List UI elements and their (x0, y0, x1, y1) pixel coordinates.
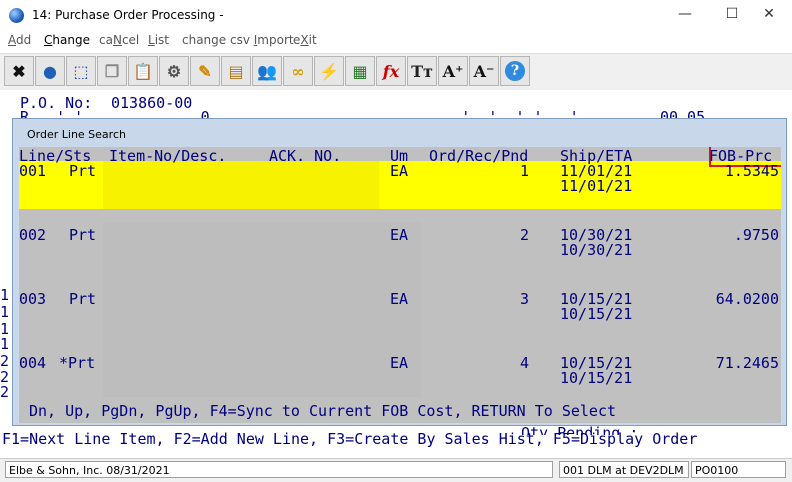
select-region-button[interactable]: ⬚ (66, 56, 96, 86)
status-bar: Elbe & Sohn, Inc. 08/31/2021 001 DLM at … (0, 458, 792, 482)
col-header-ord-rec-pnd: Ord/Rec/Pnd (429, 147, 529, 165)
app-globe-icon (9, 8, 24, 23)
left-edge-digit: 2 (0, 383, 10, 401)
row-um: EA (390, 226, 409, 244)
toolbar: ✖ ● ⬚ ❐ 📋 ⚙ ✎ ▤ 👥 ∞ ⚡ ▦ fx Tт A⁺ A⁻? (0, 53, 792, 91)
font-decrease-button[interactable]: A⁻ (469, 56, 499, 86)
row-qty: 3 (520, 290, 530, 308)
row-qty: 2 (520, 226, 530, 244)
globe-button[interactable]: ● (35, 56, 65, 86)
dialog-title: Order Line Search (27, 128, 126, 141)
row-eta-date: 10/15/21 (560, 369, 633, 387)
copy-icon: ❐ (104, 61, 120, 81)
lightning-icon: ⚡ (319, 61, 339, 81)
left-edge-digit: 1 (0, 335, 10, 353)
title-bar: 14: Purchase Order Processing - — ☐ ✕ (0, 0, 792, 31)
menu-bar: Add Change caNcel List change csv Import… (0, 31, 792, 51)
window-title: 14: Purchase Order Processing - (32, 8, 224, 22)
col-header-ack-no: ACK. NO. (269, 147, 342, 165)
maximize-button[interactable]: ☐ (717, 6, 747, 22)
row-eta-date: 11/01/21 (560, 177, 633, 195)
menu-list[interactable]: List (148, 33, 169, 47)
font-increase-icon: A⁺ (442, 61, 464, 81)
function-fx-icon: fx (382, 61, 400, 81)
left-edge-digit: 1 (0, 303, 10, 321)
order-line-list: Line/Sts Item-No/Desc. ACK. NO. Um Ord/R… (19, 147, 781, 423)
row-qty: 4 (520, 354, 530, 372)
row-fob-price: .9750 (733, 226, 779, 244)
status-program: PO0100 (691, 461, 786, 478)
partial-terminal-text-right: ' ' ' ' ' 00 05 (380, 108, 706, 118)
partial-terminal-text-left: R ' ' 0 (20, 108, 210, 118)
row-status: *Prt (59, 354, 96, 372)
menu-add[interactable]: Add (8, 33, 31, 47)
row-fob-price: 71.2465 (715, 354, 779, 372)
font-size-icon: Tт (411, 61, 433, 81)
status-session: 001 DLM at DEV2DLM (559, 461, 689, 478)
pencil-icon: ✎ (198, 61, 212, 81)
row-line-no: 004 (19, 354, 47, 372)
gear-icon: ⚙ (166, 61, 182, 81)
menu-exit[interactable]: eXit (293, 33, 317, 47)
row-status: Prt (69, 290, 97, 308)
chain-link-button[interactable]: ∞ (283, 56, 313, 86)
minimize-button[interactable]: — (670, 6, 700, 22)
globe-icon: ● (43, 61, 57, 81)
copy-button[interactable]: ❐ (97, 56, 127, 86)
chain-link-icon: ∞ (291, 61, 305, 81)
menu-cancel[interactable]: caNcel (99, 33, 139, 47)
row-fob-price: 64.0200 (715, 290, 779, 308)
font-size-button[interactable]: Tт (407, 56, 437, 86)
paste-icon: 📋 (133, 61, 153, 81)
redacted-item-block (103, 161, 379, 209)
function-fx-button[interactable]: fx (376, 56, 406, 86)
font-decrease-icon: A⁻ (473, 61, 495, 81)
paste-button[interactable]: 📋 (128, 56, 158, 86)
row-eta-date: 10/30/21 (560, 241, 633, 259)
row-eta-date: 10/15/21 (560, 305, 633, 323)
col-header-item-desc: Item-No/Desc. (109, 147, 227, 165)
row-line-no: 003 (19, 290, 47, 308)
close-x-button[interactable]: ✖ (4, 56, 34, 86)
select-region-icon: ⬚ (73, 61, 89, 81)
menu-change-csv-import[interactable]: change csv Import (182, 33, 294, 47)
lightning-button[interactable]: ⚡ (314, 56, 344, 86)
users-button[interactable]: 👥 (252, 56, 282, 86)
users-icon: 👥 (257, 61, 277, 81)
status-company-date: Elbe & Sohn, Inc. 08/31/2021 (5, 461, 553, 478)
help-icon: ? (505, 61, 525, 81)
notepad-button[interactable]: ▤ (221, 56, 251, 86)
order-line-search-dialog: Order Line Search Line/Sts Item-No/Desc.… (12, 118, 787, 426)
row-status: Prt (69, 226, 97, 244)
left-edge-digit: 1 (0, 286, 10, 304)
row-line-no: 002 (19, 226, 47, 244)
spreadsheet-button[interactable]: ▦ (345, 56, 375, 86)
font-increase-button[interactable]: A⁺ (438, 56, 468, 86)
row-fob-price: 1.5345 (724, 162, 779, 180)
notepad-icon: ▤ (228, 61, 244, 81)
row-um: EA (390, 162, 409, 180)
redacted-item-area (103, 222, 421, 397)
dialog-key-help: Dn, Up, PgDn, PgUp, F4=Sync to Current F… (29, 402, 616, 420)
row-um: EA (390, 290, 409, 308)
menu-change[interactable]: Change (44, 33, 90, 47)
row-status: Prt (69, 162, 97, 180)
function-key-help: F1=Next Line Item, F2=Add New Line, F3=C… (2, 430, 698, 448)
close-x-icon: ✖ (12, 61, 26, 81)
pencil-button[interactable]: ✎ (190, 56, 220, 86)
gear-button[interactable]: ⚙ (159, 56, 189, 86)
help-button[interactable]: ? (500, 56, 530, 86)
row-qty: 1 (520, 162, 530, 180)
close-button[interactable]: ✕ (754, 6, 784, 22)
spreadsheet-icon: ▦ (352, 61, 368, 81)
row-um: EA (390, 354, 409, 372)
row-line-no: 001 (19, 162, 47, 180)
